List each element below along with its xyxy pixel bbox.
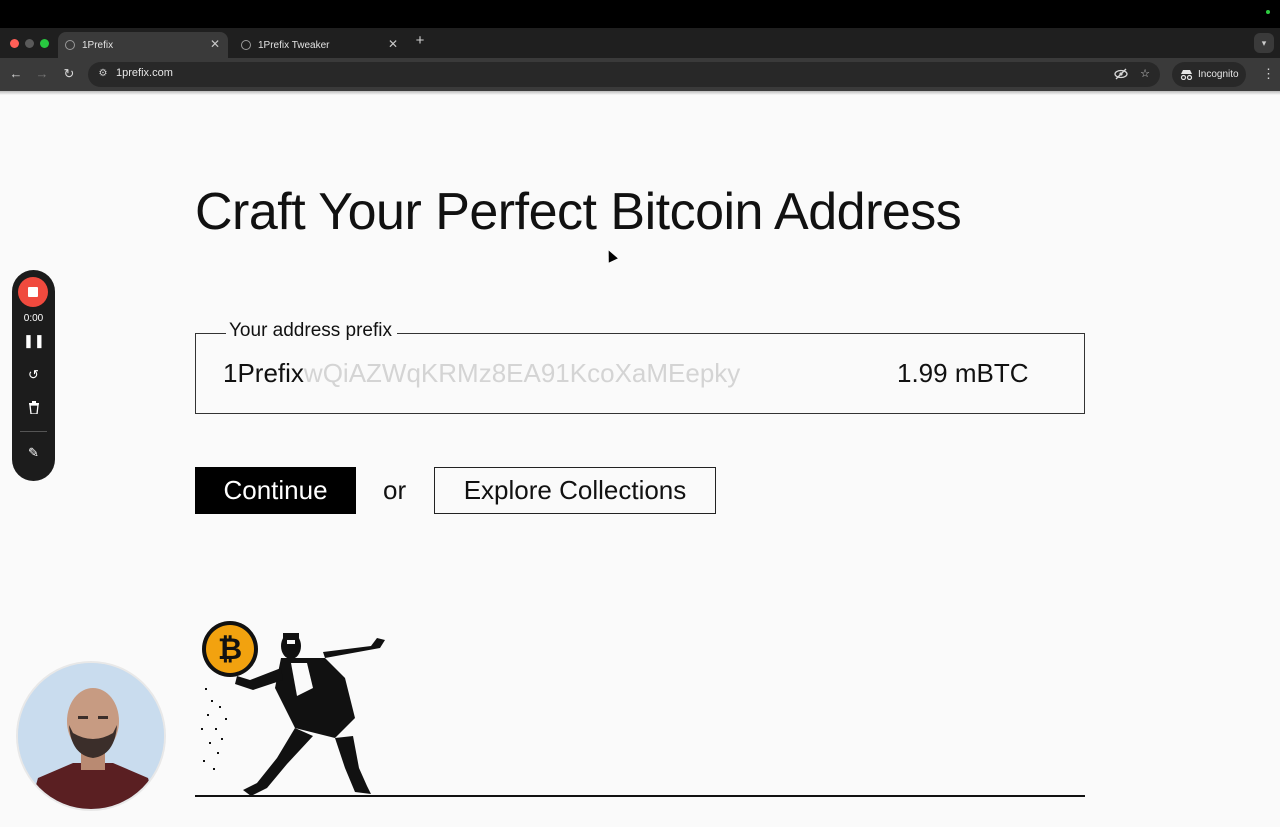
price-label: 1.99 mBTC	[897, 358, 1029, 388]
bitcoin-thrower-illustration: ₿	[201, 621, 385, 796]
close-tab-icon[interactable]: ✕	[208, 36, 222, 52]
incognito-icon	[1180, 70, 1193, 80]
page-title: Craft Your Perfect Bitcoin Address	[195, 183, 962, 241]
dust-particles	[201, 688, 227, 770]
back-icon[interactable]: ←	[7, 65, 25, 83]
url-text: 1prefix.com	[116, 67, 173, 79]
globe-icon	[65, 40, 75, 50]
mouse-cursor-icon	[604, 248, 618, 263]
pen-icon[interactable]: ✎	[23, 443, 44, 463]
ground-line	[195, 795, 1085, 797]
site-settings-icon[interactable]: ⚙	[96, 67, 110, 81]
close-tab-icon[interactable]: ✕	[386, 36, 400, 52]
trash-icon[interactable]	[23, 400, 44, 420]
browser-menu-icon[interactable]: ⋮	[1262, 65, 1275, 83]
tab-title: 1Prefix Tweaker	[258, 39, 330, 51]
restart-icon[interactable]: ↺	[23, 365, 44, 385]
eye-off-icon[interactable]	[1114, 67, 1128, 81]
explore-collections-button[interactable]: Explore Collections	[434, 467, 716, 514]
pause-icon[interactable]: ❚❚	[23, 331, 45, 351]
or-separator: or	[383, 475, 407, 505]
new-tab-button[interactable]: +	[412, 31, 428, 51]
field-legend: Your address prefix	[226, 320, 398, 342]
prefix-value: 1Prefix	[223, 358, 304, 388]
browser-toolbar: ← → ↻ ⚙ 1prefix.com ☆ Incognito ⋮	[0, 58, 1280, 91]
recorder-divider	[20, 431, 47, 432]
camera-indicator-icon	[1266, 10, 1270, 14]
screen-recorder-panel: 0:00 ❚❚ ↺ ✎	[12, 270, 55, 481]
tab-search-button[interactable]: ▾	[1254, 33, 1274, 53]
os-menu-bar	[0, 0, 1280, 28]
maximize-window-button[interactable]	[40, 39, 49, 48]
address-suffix-preview: wQiAZWqKRMz8EA91KcoXaMEepky	[303, 358, 741, 388]
forward-icon[interactable]: →	[33, 65, 51, 83]
reload-icon[interactable]: ↻	[60, 65, 78, 83]
recording-timer: 0:00	[23, 313, 44, 324]
webcam-bubble[interactable]	[16, 661, 166, 811]
tab-title: 1Prefix	[82, 39, 114, 51]
incognito-indicator[interactable]: Incognito	[1172, 62, 1246, 87]
tab-1prefix[interactable]: 1Prefix ✕	[58, 32, 228, 58]
thrower-figure	[235, 633, 385, 796]
presenter-avatar	[18, 663, 164, 809]
stop-recording-button[interactable]	[18, 277, 48, 307]
continue-button[interactable]: Continue	[195, 467, 356, 514]
star-icon[interactable]: ☆	[1138, 67, 1152, 81]
toolbar-shadow	[0, 91, 1280, 95]
close-window-button[interactable]	[10, 39, 19, 48]
incognito-label: Incognito	[1198, 69, 1239, 80]
minimize-window-button[interactable]	[25, 39, 34, 48]
bitcoin-symbol-icon: ₿	[218, 632, 242, 667]
address-bar[interactable]: ⚙ 1prefix.com ☆	[88, 62, 1160, 87]
globe-icon	[241, 40, 251, 50]
tab-1prefix-tweaker[interactable]: 1Prefix Tweaker ✕	[234, 32, 406, 58]
browser-tab-bar: 1Prefix ✕ 1Prefix Tweaker ✕	[0, 28, 1280, 58]
prefix-input[interactable]: 1PrefixwQiAZWqKRMz8EA91KcoXaMEepky	[223, 358, 740, 389]
